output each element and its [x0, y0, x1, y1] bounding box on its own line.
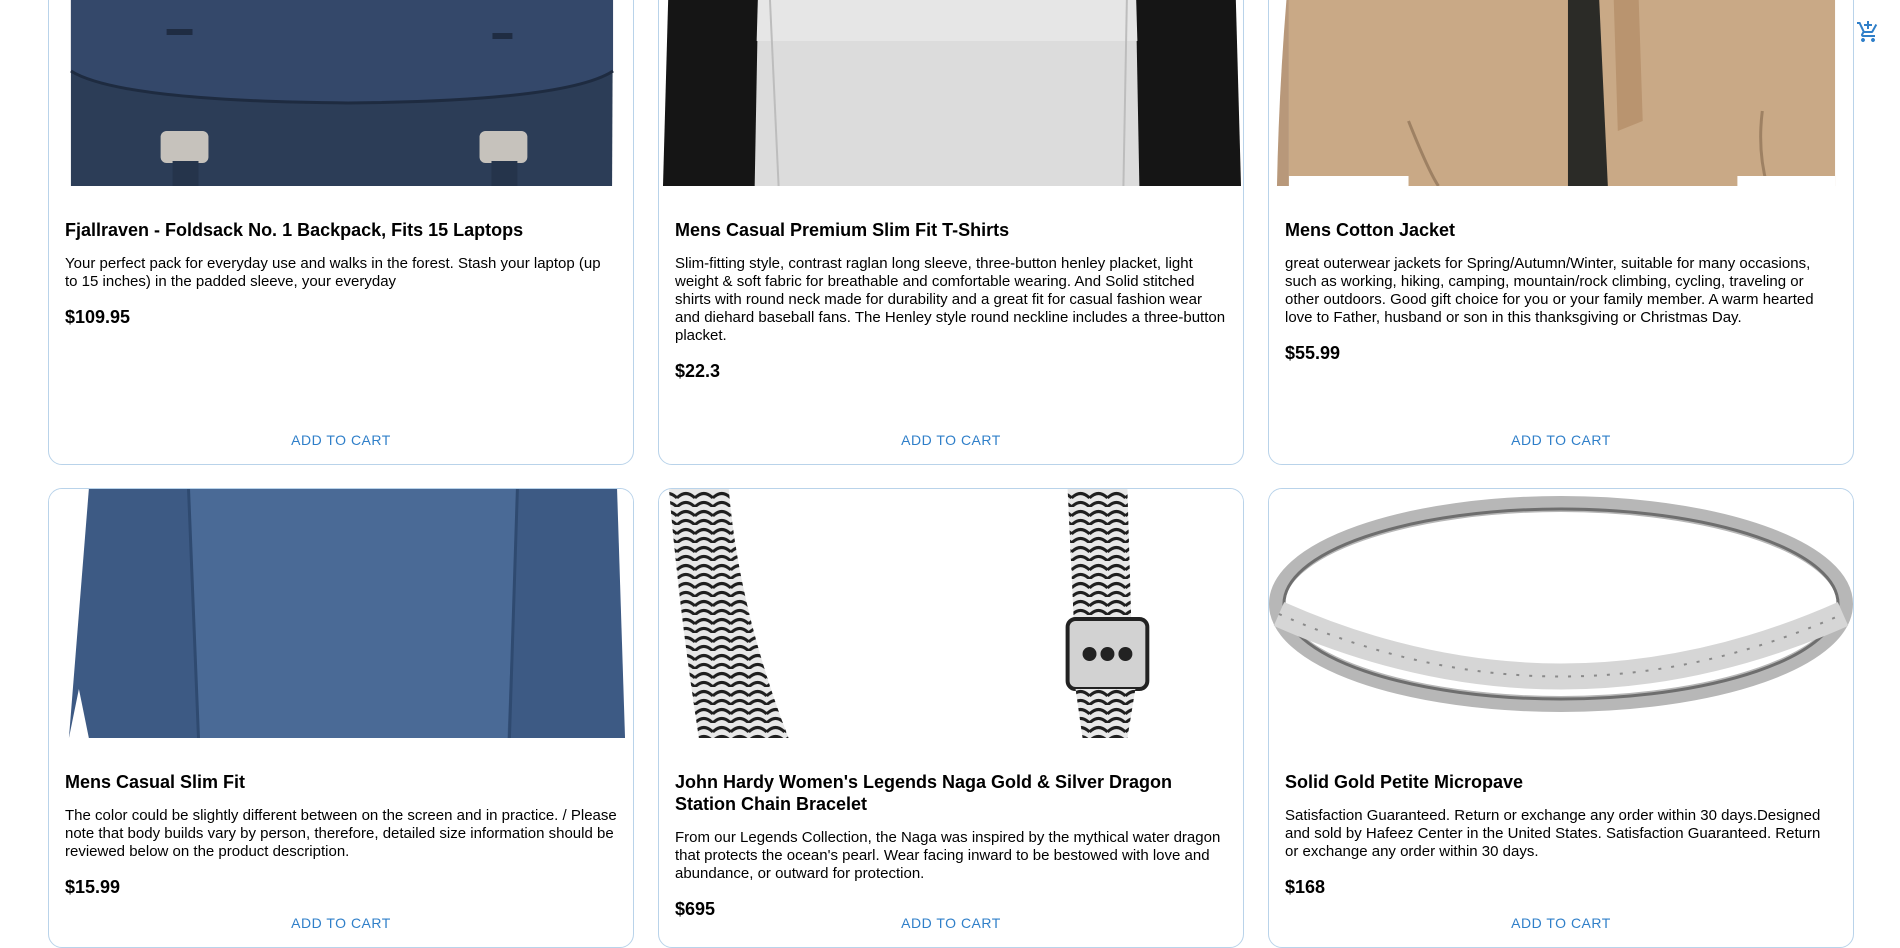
product-image-backpack[interactable] [49, 0, 633, 186]
add-to-cart-button[interactable]: ADD TO CART [659, 426, 1243, 454]
product-title[interactable]: Fjallraven - Foldsack No. 1 Backpack, Fi… [65, 219, 617, 241]
product-image-slim-fit[interactable] [49, 489, 633, 738]
product-card: John Hardy Women's Legends Naga Gold & S… [658, 488, 1244, 948]
product-image-jacket[interactable] [1269, 0, 1853, 186]
product-description: From our Legends Collection, the Naga wa… [675, 829, 1221, 882]
product-title[interactable]: Mens Cotton Jacket [1285, 219, 1837, 241]
product-info: Mens Casual Slim Fit The color could be … [65, 771, 617, 898]
product-description: Satisfaction Guaranteed. Return or excha… [1285, 807, 1821, 860]
product-price: $55.99 [1285, 343, 1341, 363]
product-image-ring[interactable] [1269, 489, 1853, 738]
product-image-tshirt[interactable] [659, 0, 1243, 186]
product-card: Fjallraven - Foldsack No. 1 Backpack, Fi… [48, 0, 634, 465]
add-to-cart-button[interactable]: ADD TO CART [49, 909, 633, 937]
product-info: Solid Gold Petite Micropave Satisfaction… [1285, 771, 1837, 898]
product-image-bracelet[interactable] [659, 489, 1243, 738]
product-card: Solid Gold Petite Micropave Satisfaction… [1268, 488, 1854, 948]
add-to-cart-button[interactable]: ADD TO CART [1269, 426, 1853, 454]
product-title[interactable]: Solid Gold Petite Micropave [1285, 771, 1837, 793]
product-price: $109.95 [65, 307, 131, 327]
product-card: Mens Casual Slim Fit The color could be … [48, 488, 634, 948]
add-to-cart-button[interactable]: ADD TO CART [49, 426, 633, 454]
add-shopping-cart-icon[interactable] [1856, 20, 1880, 44]
product-description: Slim-fitting style, contrast raglan long… [675, 255, 1226, 344]
product-description: The color could be slightly different be… [65, 807, 617, 860]
product-card: Mens Cotton Jacket great outerwear jacke… [1268, 0, 1854, 465]
product-description: Your perfect pack for everyday use and w… [65, 255, 601, 290]
product-price: $15.99 [65, 877, 121, 897]
product-description: great outerwear jackets for Spring/Autum… [1285, 255, 1814, 326]
product-price: $22.3 [675, 361, 721, 381]
product-card: Mens Casual Premium Slim Fit T-Shirts Sl… [658, 0, 1244, 465]
product-title[interactable]: Mens Casual Slim Fit [65, 771, 617, 793]
add-to-cart-button[interactable]: ADD TO CART [659, 909, 1243, 937]
product-title[interactable]: Mens Casual Premium Slim Fit T-Shirts [675, 219, 1227, 241]
product-title[interactable]: John Hardy Women's Legends Naga Gold & S… [675, 771, 1227, 815]
product-info: Mens Casual Premium Slim Fit T-Shirts Sl… [675, 219, 1227, 382]
product-info: Fjallraven - Foldsack No. 1 Backpack, Fi… [65, 219, 617, 328]
product-info: Mens Cotton Jacket great outerwear jacke… [1285, 219, 1837, 364]
add-to-cart-button[interactable]: ADD TO CART [1269, 909, 1853, 937]
product-price: $168 [1285, 877, 1326, 897]
